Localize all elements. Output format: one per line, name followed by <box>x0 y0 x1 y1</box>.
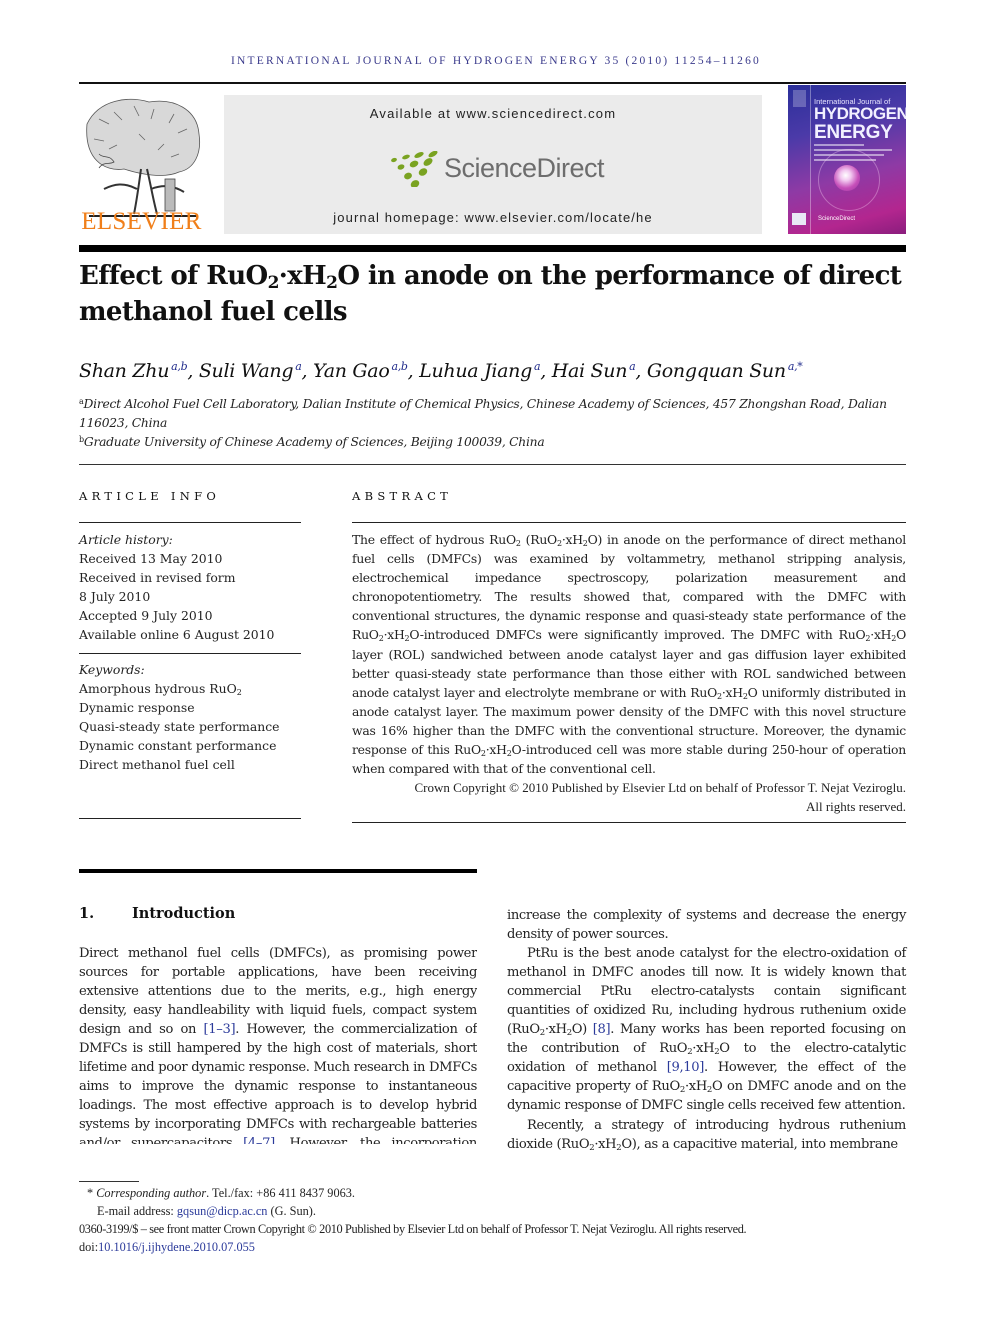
keyword: Direct methanol fuel cell <box>79 757 235 772</box>
footnote-rule <box>79 1181 139 1182</box>
section-heading-introduction: 1. Introduction <box>79 905 235 922</box>
affiliation-rule <box>79 464 906 465</box>
abstract-bottom-rule <box>352 822 906 824</box>
author-name[interactable]: Yan Gao <box>313 360 390 382</box>
cover-elsevier-icon <box>793 90 806 107</box>
email-label: E-mail address: <box>97 1204 177 1218</box>
email-link[interactable]: gqsun@dicp.ac.cn <box>177 1204 268 1218</box>
article-info-heading: ARTICLE INFO <box>79 489 221 503</box>
citation-link[interactable]: [9,10] <box>667 1060 705 1075</box>
citation-link[interactable]: [1–3] <box>204 1022 236 1037</box>
author-name[interactable]: Luhua Jiang <box>419 360 532 382</box>
author-name[interactable]: Shan Zhu <box>79 360 169 382</box>
intro-paragraph-1-continued: increase the complexity of systems and d… <box>507 908 906 943</box>
email-suffix: (G. Sun). <box>267 1204 316 1218</box>
article-info-rule <box>79 522 301 523</box>
affiliation-a: aDirect Alcohol Fuel Cell Laboratory, Da… <box>79 395 906 433</box>
cover-divider <box>810 85 811 234</box>
keywords-rule <box>79 653 301 654</box>
sciencedirect-logo[interactable]: ScienceDirect <box>389 147 609 187</box>
history-label: Article history: <box>79 532 173 547</box>
abstract: ABSTRACT The effect of hydrous RuO2 (RuO… <box>352 489 907 824</box>
header-rule <box>79 82 906 84</box>
intro-paragraph-2: PtRu is the best anode catalyst for the … <box>507 946 906 1114</box>
masthead-thick-rule <box>79 245 906 252</box>
doi-label: doi: <box>79 1240 99 1254</box>
abstract-copyright: Crown Copyright © 2010 Published by Else… <box>414 780 906 796</box>
citation-link[interactable]: [8] <box>593 1022 611 1037</box>
sciencedirect-dots-icon <box>391 151 438 187</box>
history-item: Accepted 9 July 2010 <box>79 608 213 623</box>
body-column-right: increase the complexity of systems and d… <box>507 906 906 1154</box>
running-header: INTERNATIONAL JOURNAL OF HYDROGEN ENERGY… <box>230 55 762 67</box>
history-item: Available online 6 August 2010 <box>79 627 275 642</box>
author-affiliation-link[interactable]: a,* <box>788 360 803 373</box>
section-number: 1. <box>79 905 95 922</box>
sciencedirect-banner: Available at www.sciencedirect.com Scien… <box>224 95 762 234</box>
abstract-rule <box>352 522 906 523</box>
corresponding-label: Corresponding author <box>96 1186 207 1200</box>
abstract-rights: All rights reserved. <box>805 799 906 815</box>
intro-paragraph-3: Recently, a strategy of introducing hydr… <box>507 1117 906 1153</box>
article-title: Effect of RuO2·xH2O in anode on the perf… <box>79 258 906 330</box>
sciencedirect-wordmark: ScienceDirect <box>444 153 605 183</box>
cover-orb-graphic <box>834 165 860 191</box>
title-text: ·xH <box>278 261 327 291</box>
section-title: Introduction <box>132 905 236 922</box>
abstract-heading: ABSTRACT <box>352 489 453 503</box>
keyword-subscript: 2 <box>236 688 242 697</box>
author-name[interactable]: Hai Sun <box>552 360 628 382</box>
keyword: Quasi-steady state performance <box>79 719 280 734</box>
cover-title-line2: HYDROGEN <box>814 104 906 123</box>
history-item: Received in revised form <box>79 570 236 585</box>
corresponding-author-note: * Corresponding author. Tel./fax: +86 41… <box>79 1184 914 1203</box>
author-name[interactable]: Suli Wang <box>199 360 294 382</box>
keyword-text: Amorphous hydrous RuO <box>79 681 237 696</box>
affiliation-text: Graduate University of Chinese Academy o… <box>83 435 545 449</box>
journal-homepage-link[interactable]: journal homepage: www.elsevier.com/locat… <box>224 210 762 225</box>
keywords-label: Keywords: <box>79 662 145 677</box>
keyword: Amorphous hydrous RuO2 <box>79 679 301 698</box>
elsevier-logo[interactable]: ELSEVIER <box>79 208 204 236</box>
author-affiliation-link[interactable]: a,b <box>391 360 408 373</box>
author-affiliation-link[interactable]: a <box>295 360 302 373</box>
affiliation-b: bGraduate University of Chinese Academy … <box>79 433 906 452</box>
abstract-text: The effect of hydrous RuO2 (RuO2·xH2O) i… <box>352 532 907 777</box>
keywords: Keywords: Amorphous hydrous RuO2 Dynamic… <box>79 660 301 774</box>
body-start-rule <box>79 869 477 873</box>
title-subscript: 2 <box>326 273 338 293</box>
cover-he-icon <box>792 213 806 225</box>
corresponding-tel: . Tel./fax: +86 411 8437 9063. <box>206 1186 355 1200</box>
article-history: Article history: Received 13 May 2010 Re… <box>79 530 301 644</box>
cover-title-line3: ENERGY <box>814 122 893 143</box>
email-note: E-mail address: gqsun@dicp.ac.cn (G. Sun… <box>79 1202 924 1221</box>
article-info-bottom-rule <box>79 818 301 819</box>
author-affiliation-link[interactable]: a,b <box>171 360 188 373</box>
available-at-link[interactable]: Available at www.sciencedirect.com <box>224 106 762 121</box>
affiliation-text: Direct Alcohol Fuel Cell Laboratory, Dal… <box>79 397 887 430</box>
keyword: Dynamic constant performance <box>79 738 277 753</box>
cover-sciencedirect-label: ScienceDirect <box>818 216 856 222</box>
history-item: Received 13 May 2010 <box>79 551 223 566</box>
title-subscript: 2 <box>267 273 280 293</box>
intro-paragraph-1: Direct methanol fuel cells (DMFCs), as p… <box>79 944 477 1144</box>
citation-link[interactable]: [4–7] <box>243 1136 275 1144</box>
author-affiliation-link[interactable]: a <box>534 360 541 373</box>
footnote-mark: * <box>87 1186 94 1200</box>
front-matter-note: 0360-3199/$ – see front matter Crown Cop… <box>79 1222 747 1236</box>
journal-cover-image[interactable]: International Journal of HYDROGEN ENERGY… <box>788 85 906 234</box>
author-name[interactable]: Gongquan Sun <box>647 360 786 382</box>
author-list: Shan Zhu a,b, Suli Wang a, Yan Gao a,b, Luh… <box>79 360 803 382</box>
author-affiliation-link[interactable]: a <box>629 360 636 373</box>
keyword: Dynamic response <box>79 700 195 715</box>
body-column-left: Direct methanol fuel cells (DMFCs), as p… <box>79 944 477 1144</box>
history-item: 8 July 2010 <box>79 589 151 604</box>
title-text: Effect of RuO <box>79 261 268 291</box>
doi-note: doi:10.1016/j.ijhydene.2010.07.055 <box>79 1238 906 1257</box>
doi-link[interactable]: 10.1016/j.ijhydene.2010.07.055 <box>98 1240 255 1254</box>
article-info: ARTICLE INFO Article history: Received 1… <box>79 489 301 819</box>
